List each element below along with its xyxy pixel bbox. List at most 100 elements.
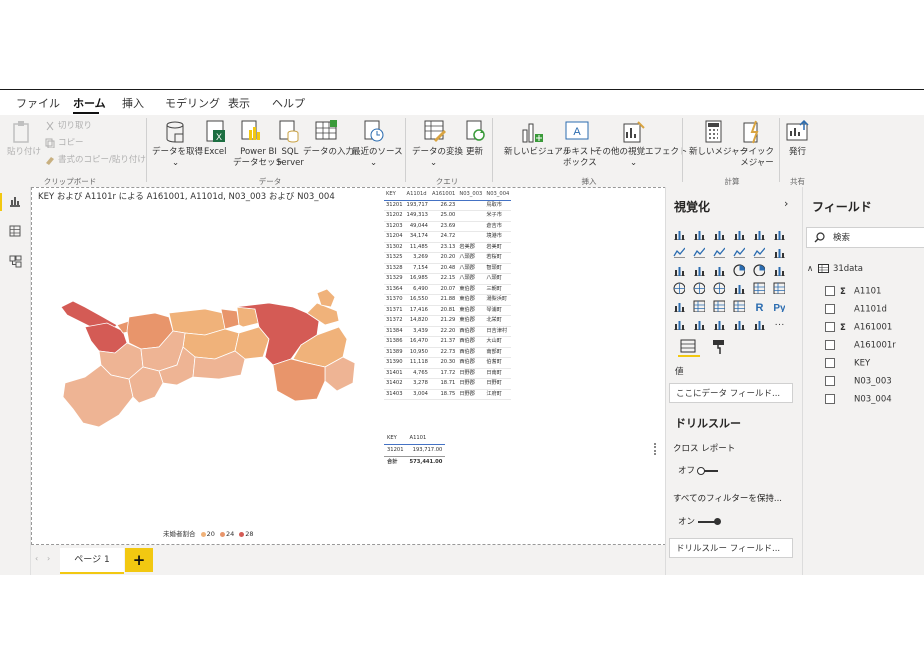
funnel-icon[interactable] [693, 264, 705, 276]
stacked-area-icon[interactable] [713, 246, 725, 258]
collapse-chevron-icon[interactable]: › [784, 197, 788, 210]
stacked-column-icon[interactable] [693, 228, 705, 240]
field-item[interactable]: A1101d [825, 304, 887, 315]
drillthrough-drop-field[interactable]: ドリルスルー フィールド... [669, 538, 793, 558]
slicer-icon[interactable] [693, 300, 705, 312]
get-data-chevron-icon[interactable]: ⌄ [172, 158, 179, 169]
recent-sources-button[interactable]: 最近のソース [352, 147, 403, 158]
tab-home[interactable]: ホーム [73, 95, 106, 111]
recent-sources-chevron-icon[interactable]: ⌄ [370, 158, 377, 169]
python-visual-icon[interactable]: Py [773, 300, 785, 312]
line-column-icon[interactable] [733, 246, 745, 258]
field-item[interactable]: Σ A1101 [825, 286, 881, 297]
field-item[interactable]: Σ A161001 [825, 322, 892, 333]
refresh-button[interactable]: 更新 [466, 147, 483, 158]
decomposition-tree-icon[interactable] [693, 318, 705, 330]
page-tab[interactable]: ページ 1 [60, 548, 124, 574]
summary-table[interactable]: KEY A1101 31201 193,717.00 合計 573,441.00 [384, 433, 446, 468]
copy-button[interactable]: コピー [58, 138, 84, 149]
textbox-button[interactable]: テキスト ボックス [563, 147, 597, 169]
publish-button[interactable]: 発行 [789, 147, 806, 158]
transform-chevron-icon[interactable]: ⌄ [430, 158, 437, 169]
field-item[interactable]: KEY [825, 358, 870, 369]
paginated-icon[interactable] [753, 318, 765, 330]
table-header[interactable]: N03_004 [484, 190, 512, 201]
field-checkbox[interactable] [825, 358, 835, 368]
field-item[interactable]: A161001r [825, 340, 896, 351]
field-checkbox[interactable] [825, 394, 835, 404]
paste-button[interactable]: 貼り付け [7, 147, 41, 158]
pie-chart-icon[interactable] [733, 264, 745, 276]
field-checkbox[interactable] [825, 340, 835, 350]
table-header[interactable]: A1101 [406, 433, 446, 445]
format-painter-button[interactable]: 書式のコピー/貼り付け [58, 155, 146, 166]
cross-report-toggle[interactable]: オフ [678, 464, 718, 476]
paint-roller-icon[interactable] [712, 339, 726, 355]
gauge-icon[interactable] [733, 282, 745, 294]
tab-file[interactable]: ファイル [16, 95, 60, 111]
table-header[interactable]: KEY [384, 190, 405, 201]
multirow-card-icon[interactable] [773, 282, 785, 294]
matrix-icon[interactable] [733, 300, 745, 312]
table-header[interactable]: KEY [384, 433, 407, 445]
page-next-icon[interactable]: › [47, 554, 50, 563]
table-node-31data[interactable]: ∧ 31data [807, 264, 863, 274]
stacked-bar-icon[interactable] [673, 228, 685, 240]
data-view-icon[interactable] [9, 225, 21, 237]
tab-help[interactable]: ヘルプ [272, 95, 305, 111]
report-view-icon[interactable] [9, 195, 21, 207]
treemap-icon[interactable] [773, 264, 785, 276]
pane-resize-handle[interactable] [654, 443, 660, 455]
100-bar-icon[interactable] [753, 228, 765, 240]
model-view-icon[interactable] [9, 255, 22, 268]
enter-data-button[interactable]: データの入力 [303, 147, 354, 158]
get-data-button[interactable]: データを取得 [152, 147, 203, 158]
field-checkbox[interactable] [825, 322, 835, 332]
qa-icon[interactable] [713, 318, 725, 330]
table-header[interactable]: A161001 [429, 190, 458, 201]
sql-server-button[interactable]: SQL Server [276, 147, 304, 169]
field-checkbox[interactable] [825, 376, 835, 386]
tottori-map[interactable] [55, 287, 360, 437]
table-header[interactable]: A1101d [404, 190, 430, 201]
excel-button[interactable]: Excel [204, 147, 227, 158]
detail-table[interactable]: KEY A1101d A161001 N03_003 N03_004 31201… [384, 190, 512, 400]
shape-map-icon[interactable] [713, 282, 725, 294]
clustered-column-icon[interactable] [733, 228, 745, 240]
field-item[interactable]: N03_003 [825, 376, 892, 387]
clustered-bar-icon[interactable] [713, 228, 725, 240]
card-icon[interactable] [753, 282, 765, 294]
100-column-icon[interactable] [773, 228, 785, 240]
ribbon-chart-icon[interactable] [773, 246, 785, 258]
smart-narrative-icon[interactable] [733, 318, 745, 330]
add-page-button[interactable]: + [125, 548, 153, 572]
more-visuals-chevron-icon[interactable]: ⌄ [630, 158, 637, 169]
table-header[interactable]: N03_003 [457, 190, 485, 201]
quick-measure-button[interactable]: クイック メジャー [740, 147, 774, 169]
tab-view[interactable]: 表示 [228, 95, 250, 111]
map-icon[interactable] [673, 282, 685, 294]
fields-well-icon[interactable] [680, 339, 696, 353]
values-drop-field[interactable]: ここにデータ フィールド... [669, 383, 793, 403]
page-prev-icon[interactable]: ‹ [35, 554, 38, 563]
scatter-icon[interactable] [713, 264, 725, 276]
transform-data-button[interactable]: データの変換 [412, 147, 463, 158]
r-visual-icon[interactable]: R [753, 300, 765, 312]
more-icon[interactable]: ··· [773, 318, 785, 330]
line-chart-icon[interactable] [673, 246, 685, 258]
tab-modeling[interactable]: モデリング [165, 95, 220, 111]
kpi-icon[interactable] [673, 300, 685, 312]
tab-insert[interactable]: 挿入 [122, 95, 144, 111]
line-clustered-icon[interactable] [753, 246, 765, 258]
field-item[interactable]: N03_004 [825, 394, 892, 405]
keep-filters-toggle[interactable]: オン [678, 515, 721, 527]
new-visual-button[interactable]: 新しいビジュアル [504, 147, 571, 158]
key-influencers-icon[interactable] [673, 318, 685, 330]
field-checkbox[interactable] [825, 304, 835, 314]
more-visuals-button[interactable]: その他の視覚エフェクト [594, 147, 688, 158]
donut-chart-icon[interactable] [753, 264, 765, 276]
area-chart-icon[interactable] [693, 246, 705, 258]
filled-map-icon[interactable] [693, 282, 705, 294]
table-visual-icon[interactable] [713, 300, 725, 312]
field-checkbox[interactable] [825, 286, 835, 296]
